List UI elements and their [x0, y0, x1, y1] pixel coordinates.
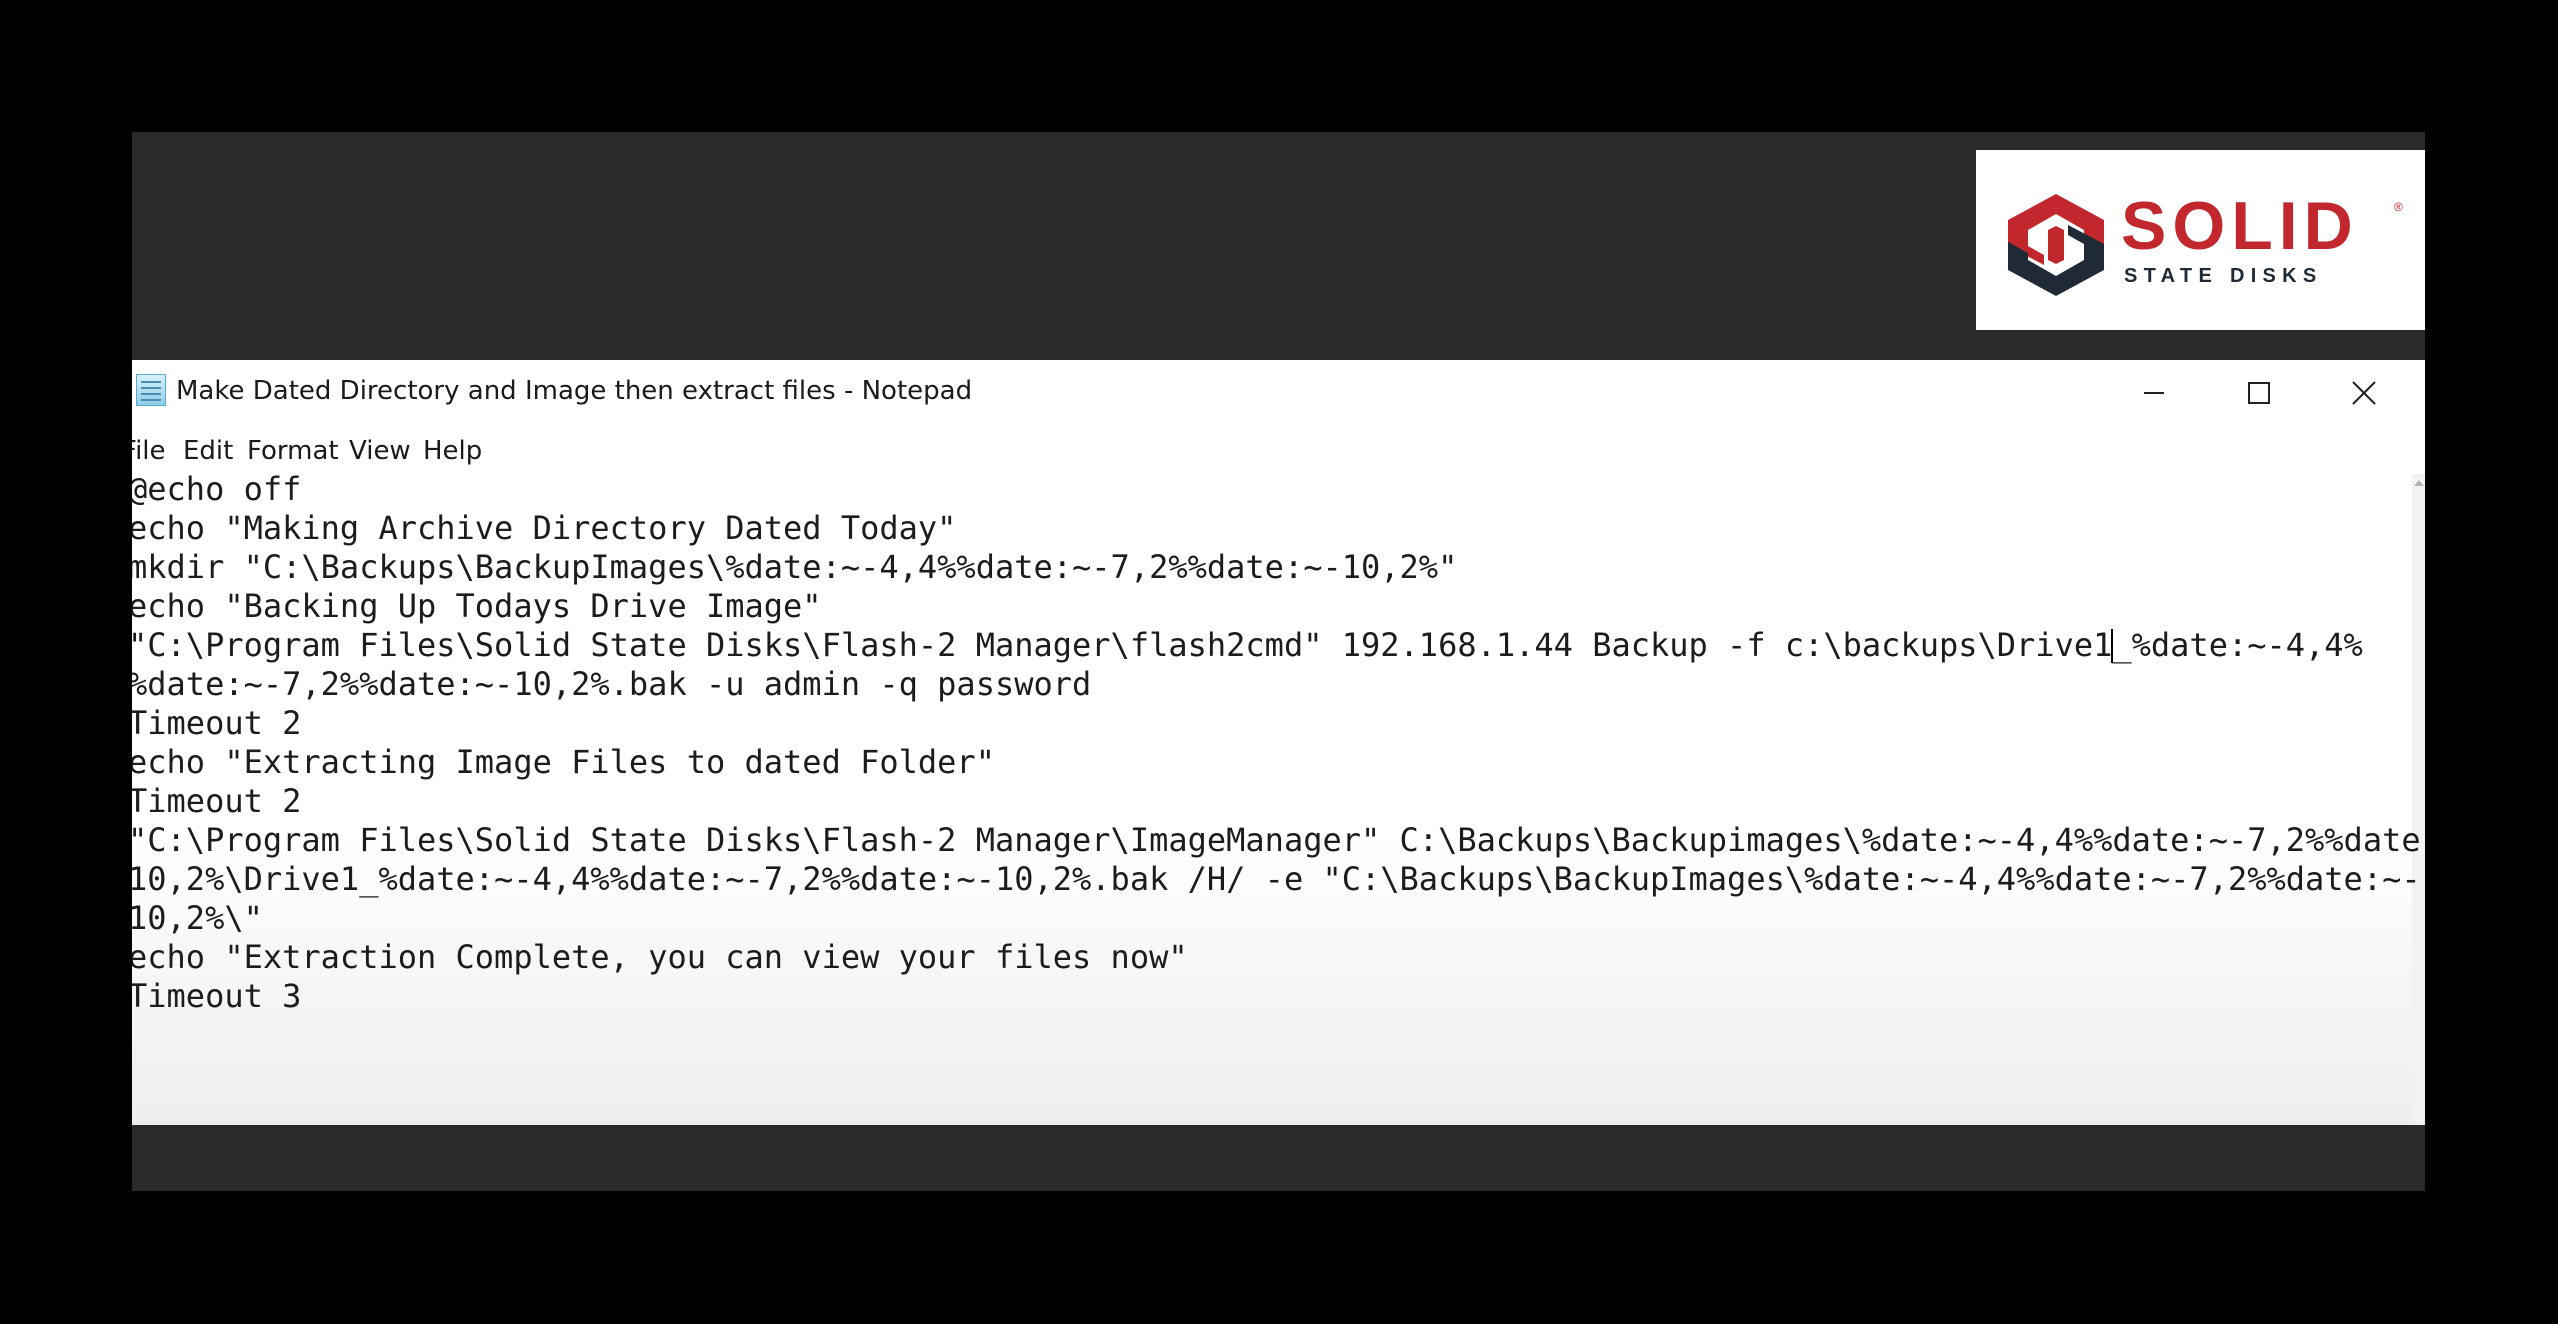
logo-subtitle: STATE DISKS [2124, 265, 2323, 287]
code-line: _%date:~-4,4% [2112, 626, 2363, 664]
maximize-icon [2248, 382, 2270, 404]
window-title: Make Dated Directory and Image then extr… [176, 376, 973, 406]
code-line: Timeout 2 [132, 704, 302, 742]
close-button[interactable] [2312, 360, 2416, 426]
menu-file[interactable]: File [132, 436, 166, 466]
menu-edit[interactable]: Edit [183, 436, 233, 466]
menu-view[interactable]: View [349, 436, 411, 466]
code-line: Timeout 3 [132, 977, 302, 1015]
menu-help[interactable]: Help [423, 436, 482, 466]
logo-emblem-icon [2008, 194, 2104, 296]
code-line: mkdir "C:\Backups\BackupImages\%date:~-4… [132, 548, 1458, 586]
code-line: echo "Extraction Complete, you can view … [132, 938, 1188, 976]
minimize-button[interactable] [2102, 360, 2206, 426]
code-line: "C:\Program Files\Solid State Disks\Flas… [132, 821, 2425, 859]
code-line: echo "Backing Up Todays Drive Image" [132, 587, 822, 625]
code-line: @echo off [132, 470, 302, 508]
code-line: echo "Extracting Image Files to dated Fo… [132, 743, 995, 781]
minimize-icon [2144, 392, 2164, 394]
notepad-icon [136, 374, 166, 406]
menu-bar: File Edit Format View Help [132, 428, 2425, 474]
maximize-button[interactable] [2207, 360, 2311, 426]
notepad-window: Make Dated Directory and Image then extr… [132, 360, 2425, 1125]
logo-registered-mark: ® [2394, 200, 2403, 214]
code-line: "C:\Program Files\Solid State Disks\Flas… [132, 626, 2113, 664]
code-line: echo "Making Archive Directory Dated Tod… [132, 509, 957, 547]
menu-format[interactable]: Format [247, 436, 339, 466]
code-line: Timeout 2 [132, 782, 302, 820]
editor-text[interactable]: @echo off echo "Making Archive Directory… [132, 470, 2425, 1016]
solid-state-disks-logo: SOLID ® STATE DISKS [1976, 150, 2425, 330]
code-line: %date:~-7,2%%date:~-10,2%.bak -u admin -… [132, 665, 1092, 703]
logo-wordmark: SOLID [2121, 188, 2359, 264]
code-line: 10,2%\" [132, 899, 263, 937]
code-line: 10,2%\Drive1_%date:~-4,4%%date:~-7,2%%da… [132, 860, 2421, 898]
title-bar[interactable]: Make Dated Directory and Image then extr… [132, 360, 2425, 426]
close-icon [2352, 381, 2376, 405]
